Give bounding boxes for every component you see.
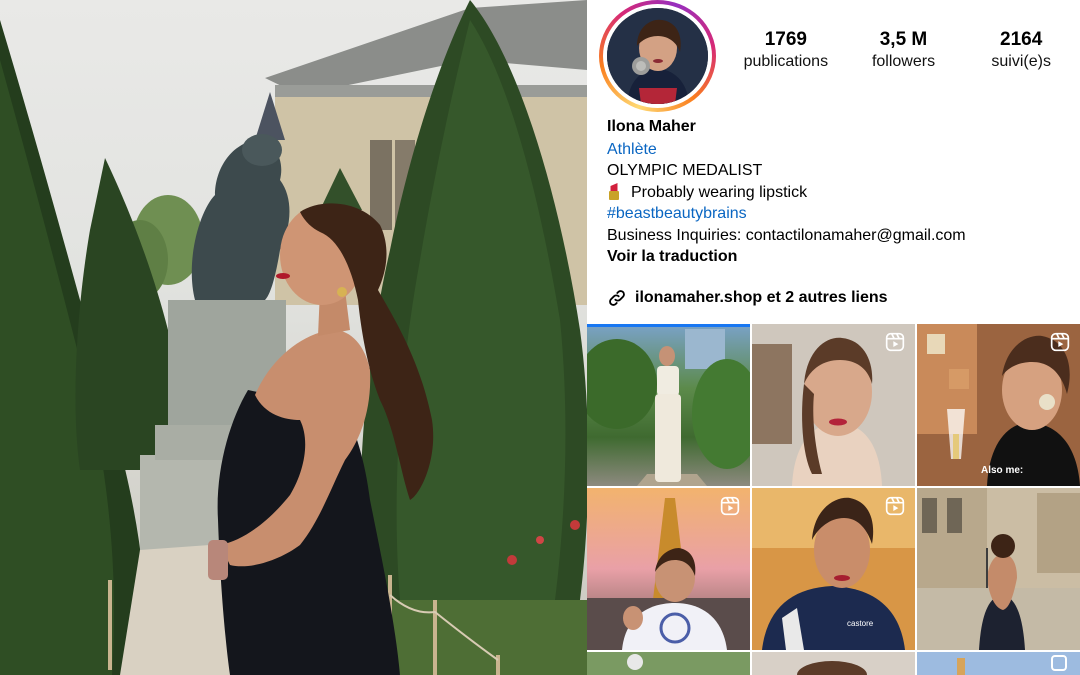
bio-line-lipstick: Probably wearing lipstick (607, 182, 1072, 204)
tile-caption: Also me: (981, 465, 1024, 476)
post-tile[interactable] (587, 324, 750, 486)
profile-stats: 1769 publications 3,5 M followers 2164 s… (727, 28, 1080, 72)
story-ring[interactable] (599, 0, 716, 112)
bio-line: Business Inquiries: contactilonamaher@gm… (607, 226, 966, 244)
posts-grid: Also me: castore (587, 324, 1080, 675)
stat-following[interactable]: 2164 suivi(e)s (962, 28, 1080, 72)
bio-hashtag[interactable]: #beastbeautybrains (607, 203, 1072, 225)
stat-label: followers (871, 53, 936, 70)
profile-bio: Ilona Maher Athlète OLYMPIC MEDALIST Pro… (607, 116, 1072, 268)
links-label: ilonamaher.shop et 2 autres liens (635, 289, 888, 306)
reel-icon (885, 496, 905, 516)
link-icon (609, 290, 625, 306)
post-tile-reel[interactable] (752, 652, 915, 675)
post-tile[interactable] (917, 488, 1080, 650)
stat-value: 2164 (1000, 29, 1043, 50)
reel-icon (885, 332, 905, 352)
lipstick-emoji-icon (607, 182, 621, 200)
stat-publications[interactable]: 1769 publications (727, 28, 845, 72)
post-image (917, 488, 1080, 650)
reel-icon (720, 496, 740, 516)
translate-button[interactable]: Voir la traduction (607, 246, 1072, 268)
feature-photo (0, 0, 587, 675)
post-tile-reel[interactable]: castore (752, 488, 915, 650)
svg-text:castore: castore (847, 619, 874, 628)
avatar[interactable] (607, 8, 708, 104)
post-image (752, 652, 915, 675)
bio-line-text: Probably wearing lipstick (631, 183, 808, 201)
post-tile[interactable] (917, 652, 1080, 675)
stat-label: suivi(e)s (991, 53, 1051, 70)
post-tile[interactable] (587, 652, 750, 675)
bio-line: OLYMPIC MEDALIST (607, 162, 763, 179)
stat-value: 1769 (764, 29, 807, 50)
post-image (587, 324, 750, 486)
post-image (917, 652, 1080, 675)
post-tile-reel[interactable] (752, 324, 915, 486)
post-image (587, 652, 750, 675)
post-tile-reel[interactable] (587, 488, 750, 650)
profile-category[interactable]: Athlète (607, 139, 1072, 161)
avatar-illustration (607, 8, 708, 104)
stat-value: 3,5 M (879, 29, 928, 50)
stat-label: publications (743, 53, 829, 70)
profile-panel: 1769 publications 3,5 M followers 2164 s… (587, 0, 1080, 675)
profile-name: Ilona Maher (607, 118, 696, 135)
profile-links[interactable]: ilonamaher.shop et 2 autres liens (607, 288, 888, 308)
photo-illustration (0, 0, 587, 675)
stat-followers[interactable]: 3,5 M followers (845, 28, 963, 72)
post-tile-reel[interactable]: Also me: (917, 324, 1080, 486)
reel-icon (1050, 332, 1070, 352)
